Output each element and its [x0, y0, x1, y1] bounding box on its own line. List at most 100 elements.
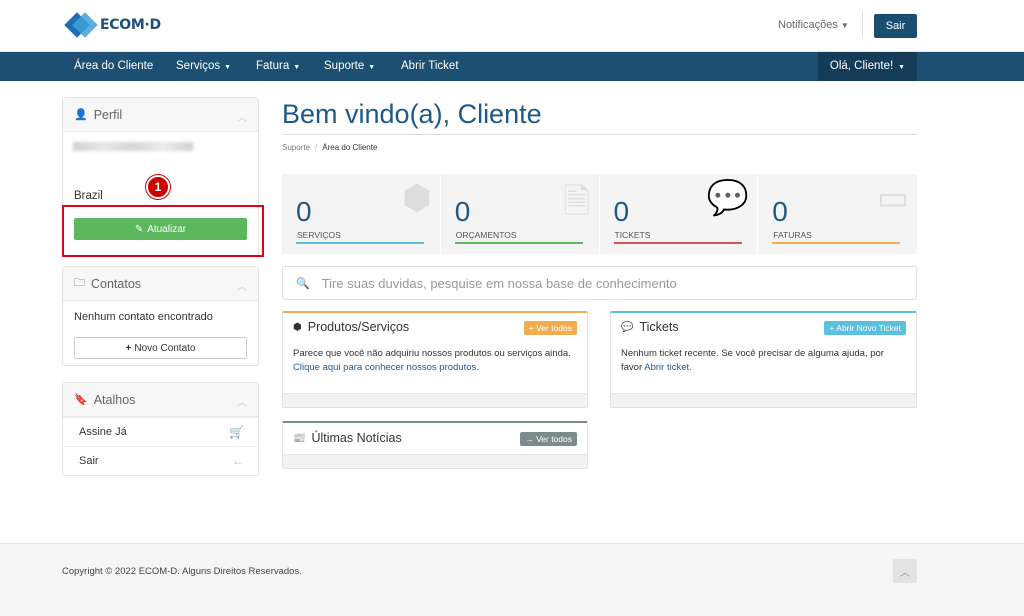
brand-logo[interactable]: ECOM·D: [64, 10, 161, 40]
user-icon: 👤: [74, 109, 88, 121]
nav-item-services[interactable]: Serviços ▼: [176, 52, 231, 81]
breadcrumb-support[interactable]: Suporte: [282, 143, 310, 152]
caret-down-icon: ▼: [293, 64, 301, 71]
contacts-panel-header[interactable]: 🗀 Contatos ︿: [63, 267, 258, 301]
products-title: Produtos/Serviços: [307, 320, 410, 334]
page-title: Bem vindo(a), Cliente: [282, 99, 542, 129]
chevron-up-icon[interactable]: ︿: [237, 109, 247, 124]
cart-icon: 🛒: [229, 425, 244, 439]
credit-card-icon: ▭: [876, 179, 909, 217]
comments-icon: 💬: [706, 179, 750, 217]
shortcuts-panel-header[interactable]: 🔖 Atalhos ︿: [63, 383, 258, 417]
step-badge: 1: [146, 175, 170, 199]
news-view-all-button[interactable]: → Ver todos: [520, 432, 577, 446]
search-input[interactable]: [321, 275, 882, 291]
update-label: Atualizar: [147, 223, 187, 235]
chevron-up-icon[interactable]: ︿: [237, 394, 247, 409]
profile-country: Brazil: [74, 190, 103, 202]
logo-text: ECOM·D: [100, 17, 161, 33]
news-title: Últimas Notícias: [311, 431, 402, 445]
page-footer: Copyright © 2022 ECOM-D. Alguns Direitos…: [0, 543, 1024, 616]
news-card: 📰 Últimas Notícias → Ver todos: [282, 421, 588, 469]
user-menu[interactable]: Olá, Cliente! ▼: [818, 52, 917, 81]
folder-icon: 🗀: [74, 277, 85, 289]
caret-down-icon: ▼: [224, 64, 232, 71]
products-empty-text: Parece que você não adquiriu nossos prod…: [293, 348, 571, 359]
stat-value: 0: [296, 196, 312, 227]
open-ticket-button[interactable]: + Abrir Novo Ticket: [824, 321, 906, 335]
products-link[interactable]: Clique aqui para conhecer nossos produto…: [293, 362, 479, 373]
nav-label: Suporte: [324, 60, 365, 72]
stat-services[interactable]: ⬢ 0 SERVIÇOS: [282, 174, 441, 254]
card-footer: [611, 393, 916, 407]
button-label: Ver todos: [536, 434, 572, 444]
notifications-dropdown[interactable]: Notificações ▼: [778, 19, 849, 31]
stat-value: 0: [454, 196, 471, 227]
new-contact-button[interactable]: + Novo Contato: [74, 337, 247, 359]
arrow-left-icon: ←: [232, 454, 244, 468]
caret-down-icon: ▼: [368, 64, 376, 71]
back-to-top-button[interactable]: ︿: [893, 559, 917, 583]
nav-label: Área do Cliente: [74, 60, 154, 72]
shortcuts-panel: 🔖 Atalhos ︿ Assine Já 🛒 Sair ←: [62, 382, 259, 476]
update-profile-button[interactable]: ✎ Atualizar: [74, 218, 247, 240]
stat-underline: [296, 242, 424, 244]
button-label: Abrir Novo Ticket: [836, 323, 901, 333]
notifications-label: Notificações: [778, 19, 838, 31]
products-card-header: ⬢ Produtos/Serviços + Ver todos: [283, 313, 587, 341]
contacts-title: Contatos: [91, 276, 142, 291]
profile-title: Perfil: [93, 107, 123, 122]
stat-invoices[interactable]: ▭ 0 FATURAS: [758, 174, 917, 254]
stat-label: ORÇAMENTOS: [455, 230, 517, 240]
card-footer: [283, 393, 587, 407]
breadcrumb-separator: /: [315, 143, 318, 152]
shortcut-label: Sair: [79, 455, 99, 467]
news-card-header: 📰 Últimas Notícias → Ver todos: [283, 423, 587, 453]
stat-value: 0: [772, 196, 788, 227]
profile-panel-header[interactable]: 👤 Perfil ︿: [63, 98, 258, 132]
stat-label: TICKETS: [614, 230, 651, 240]
products-card: ⬢ Produtos/Serviços + Ver todos Parece q…: [282, 311, 588, 408]
products-view-all-button[interactable]: + Ver todos: [523, 321, 577, 335]
stat-underline: [772, 242, 901, 244]
shortcuts-title: Atalhos: [93, 392, 136, 407]
tickets-card-body: Nenhum ticket recente. Se você precisar …: [611, 341, 916, 381]
nav-label: Serviços: [176, 60, 221, 72]
title-divider: [282, 134, 917, 135]
cube-icon: ⬢: [293, 321, 302, 333]
user-menu-label: Olá, Cliente!: [829, 60, 894, 72]
contacts-panel: 🗀 Contatos ︿ Nenhum contato encontrado +…: [62, 266, 259, 366]
caret-down-icon: ▼: [840, 21, 849, 30]
breadcrumb-current: Área do Cliente: [322, 143, 378, 152]
products-card-body: Parece que você não adquiriu nossos prod…: [283, 341, 587, 381]
chevron-up-icon[interactable]: ︿: [237, 278, 247, 293]
shortcut-label: Assine Já: [79, 426, 127, 438]
shortcut-subscribe[interactable]: Assine Já 🛒: [63, 417, 258, 446]
pencil-icon: ✎: [134, 223, 144, 235]
nav-item-client-area[interactable]: Área do Cliente: [74, 52, 153, 81]
copyright-text: Copyright © 2022 ECOM-D. Alguns Direitos…: [62, 566, 302, 577]
tickets-card-header: 💬 Tickets + Abrir Novo Ticket: [611, 313, 916, 341]
main-navbar: Área do Cliente Serviços ▼ Fatura ▼ Suport…: [0, 52, 1024, 81]
nav-item-open-ticket[interactable]: Abrir Ticket: [401, 52, 459, 81]
logout-button[interactable]: Sair: [874, 14, 917, 38]
blurred-user-name: [73, 142, 193, 151]
bookmark-icon: 🔖: [74, 394, 88, 406]
newspaper-icon: 📰: [293, 432, 306, 444]
no-contacts-text: Nenhum contato encontrado: [74, 311, 213, 323]
tickets-link[interactable]: Abrir ticket.: [644, 362, 692, 373]
caret-down-icon: ▼: [898, 64, 906, 71]
cube-icon: ⬢: [402, 179, 432, 217]
chevron-up-icon: ︿: [900, 567, 910, 579]
new-contact-label: Novo Contato: [134, 342, 196, 354]
shortcut-logout[interactable]: Sair ←: [63, 446, 258, 475]
stat-quotes[interactable]: 🗎 0 ORÇAMENTOS: [441, 174, 600, 254]
nav-label: Abrir Ticket: [401, 60, 459, 72]
plus-icon: +: [125, 342, 132, 354]
nav-item-invoice[interactable]: Fatura ▼: [256, 52, 300, 81]
stat-tickets[interactable]: 💬 0 TICKETS: [600, 174, 759, 254]
stat-underline: [454, 242, 583, 244]
breadcrumb: Suporte / Área do Cliente: [282, 143, 377, 152]
nav-item-support[interactable]: Suporte ▼: [324, 52, 375, 81]
tickets-card: 💬 Tickets + Abrir Novo Ticket Nenhum tic…: [610, 311, 917, 408]
